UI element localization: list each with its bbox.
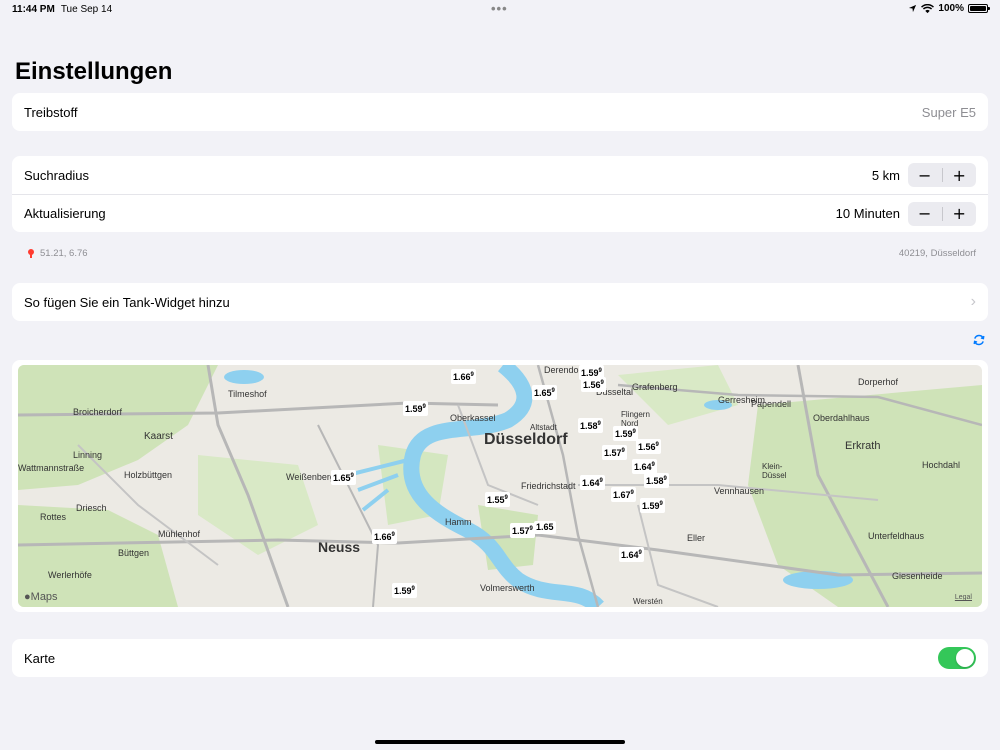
price-tag[interactable]: 1.579 [602,445,627,460]
refresh-value: 10 Minuten [835,206,900,221]
map-city-label: Grafenberg [632,382,678,392]
map-city-label: Werstén [633,597,663,606]
home-indicator[interactable] [375,740,625,744]
multitasking-dots-icon[interactable]: ••• [491,1,508,16]
price-tag[interactable]: 1.649 [580,475,605,490]
map-city-label: Giesenheide [892,571,943,581]
map-city-label: Oberkassel [450,413,496,423]
map-background [18,365,982,607]
map-legal-link[interactable]: Legal [955,594,972,601]
widget-help-label: So fügen Sie ein Tank-Widget hinzu [24,294,230,310]
map-toggle-label: Karte [24,650,56,666]
page-title: Einstellungen [15,58,173,85]
map-city-label: Büttgen [118,548,150,558]
price-tag[interactable]: 1.599 [640,498,665,513]
map-city-label: Hamm [445,517,472,527]
map-city-label: Mühlenhof [158,529,201,539]
station-map[interactable]: Düsseldorf Neuss Kaarst Erkrath Hamm Ell… [18,365,982,607]
price-tag[interactable]: 1.669 [372,529,397,544]
map-city-label: Tilmeshof [228,389,267,399]
map-city-label: Düsseldorf [484,431,568,448]
map-city-label: Eller [687,533,706,543]
map-city-label: Broicherdorf [73,407,123,417]
radius-increment-button[interactable]: + [943,163,977,187]
battery-icon [968,4,990,13]
price-tag[interactable]: 1.579 [510,523,535,538]
location-arrow-icon [909,4,917,13]
status-time: 11:44 PM Tue Sep 14 [12,4,113,15]
toggle-knob [956,649,974,667]
fuel-label: Treibstoff [24,104,78,120]
widget-help-row[interactable]: So fügen Sie ein Tank-Widget hinzu › [12,283,988,321]
map-city-label: Linning [73,450,103,460]
apple-maps-logo: ●Maps [24,591,58,603]
location-pin-icon [28,249,34,258]
chevron-right-icon: › [970,293,976,310]
refresh-decrement-button[interactable]: − [908,202,942,226]
map-city-label: Werlerhöfe [48,570,92,580]
map-city-label: Rottes [40,512,67,522]
radius-decrement-button[interactable]: − [908,163,942,187]
map-city-label: Oberdahlhaus [813,413,870,423]
map-toggle-row: Karte [12,639,988,677]
battery-percent: 100% [938,3,964,14]
radius-label: Suchradius [24,167,90,183]
radius-stepper[interactable]: − + [908,163,976,187]
map-city-label: Neuss [318,539,361,555]
price-tag[interactable]: 1.599 [392,583,417,598]
fuel-card: Treibstoff Super E5 [12,93,988,131]
price-tag[interactable]: 1.649 [619,547,644,562]
map-city-label: Erkrath [845,440,881,452]
apple-logo-icon: ● [24,591,31,603]
price-tag[interactable]: 1.669 [451,369,476,384]
map-city-label: Wattmannstraße [18,463,85,473]
price-tag[interactable]: 1.659 [532,385,557,400]
map-city-label: Holzbüttgen [124,470,173,480]
price-tag[interactable]: 1.559 [485,492,510,507]
map-city-label: Vennhausen [714,486,765,496]
map-city-label: Driesch [76,503,107,513]
map-toggle-switch[interactable] [938,647,976,669]
location-coordinates: 51.21, 6.76 [28,248,88,259]
wifi-icon [921,3,935,13]
widget-card: So fügen Sie ein Tank-Widget hinzu › [12,283,988,321]
price-tag[interactable]: 1.599 [403,401,428,416]
map-card: Düsseldorf Neuss Kaarst Erkrath Hamm Ell… [12,360,988,612]
refresh-icon[interactable] [972,333,986,347]
refresh-stepper[interactable]: − + [908,201,977,226]
price-tag[interactable]: 1.589 [644,473,669,488]
price-tag[interactable]: 1.569 [581,377,606,392]
price-tag[interactable]: 1.679 [611,487,636,502]
price-tag[interactable]: 1.569 [636,439,661,454]
price-tag[interactable]: 1.599 [613,426,638,441]
map-toggle-card: Karte [12,639,988,677]
status-icons: 100% [908,3,990,14]
price-tag[interactable]: 1.589 [578,418,603,433]
refresh-label: Aktualisierung [24,206,106,221]
map-city-label: Papendell [751,399,792,409]
map-city-label: Weißenberg [286,472,335,482]
fuel-value[interactable]: Super E5 [922,105,976,120]
price-tag[interactable]: 1.659 [331,470,356,485]
status-bar: 11:44 PM Tue Sep 14 ••• 100% [0,0,1000,20]
fuel-row[interactable]: Treibstoff Super E5 [12,93,988,131]
radius-value: 5 km [871,167,900,183]
map-city-label: Altstadt [530,423,557,432]
radius-row: Suchradius 5 km − + [12,156,988,194]
map-city-label: Volmerswerth [480,583,535,593]
map-city-label: Hochdahl [922,460,961,470]
map-city-label: Klein-Düssel [762,462,787,480]
map-city-label: Unterfeldhaus [868,531,925,541]
map-city-label: Dorperhof [858,377,899,387]
location-place: 40219, Düsseldorf [898,248,976,259]
price-tag[interactable]: 1.649 [632,459,657,474]
map-city-label: Kaarst [144,431,173,442]
status-date: Tue Sep 14 [60,4,113,15]
refresh-increment-button[interactable]: + [943,202,977,226]
search-settings-card: Suchradius 5 km − + Aktualisierung 10 Mi… [12,156,988,232]
price-tag[interactable]: 1.65 [534,521,556,534]
map-city-label: Friedrichstadt [521,481,576,491]
refresh-row: Aktualisierung 10 Minuten − + [12,194,988,232]
